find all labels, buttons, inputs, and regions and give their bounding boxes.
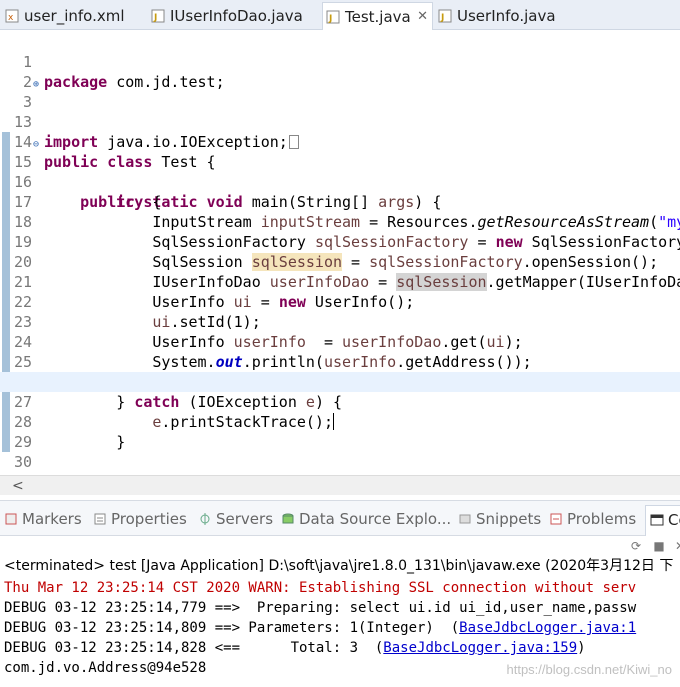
tab-snippets[interactable]: Snippets — [456, 509, 541, 531]
editor-tab-bar: x user_info.xml J IUserInfoDao.java J Te… — [0, 0, 680, 30]
tab-test-java[interactable]: J Test.java ✕ — [322, 2, 433, 30]
console-toolbar: ⟳ ■ ✕ — [0, 536, 680, 556]
svg-text:J: J — [328, 14, 332, 24]
tab-console[interactable]: Co — [645, 505, 680, 537]
tab-servers[interactable]: Servers — [196, 509, 273, 531]
console-line-debug: DEBUG 03-12 23:25:14,779 ==> Preparing: … — [4, 600, 637, 616]
code-line[interactable]: 19 SqlSession sqlSession = sqlSessionFac… — [0, 212, 680, 271]
tab-data-source-explorer[interactable]: Data Source Explo... — [279, 509, 451, 531]
tab-label: user_info.xml — [24, 7, 125, 25]
svg-text:J: J — [440, 13, 444, 23]
source-link[interactable]: BaseJdbcLogger.java:1 — [459, 620, 636, 636]
code-line[interactable]: 20 IUserInfoDao userInfoDao = sqlSession… — [0, 232, 680, 291]
console-line-debug: DEBUG 03-12 23:25:14,809 ==> Parameters:… — [4, 618, 636, 638]
code-line[interactable]: 26 } catch (IOException e) { — [0, 352, 680, 411]
tab-iuserinfodao-java[interactable]: J IUserInfoDao.java — [148, 2, 303, 30]
code-line[interactable]: 16 try { — [0, 152, 680, 211]
code-line[interactable]: 3 ⊕ import java.io.IOException; — [0, 72, 680, 151]
view-tab-bar: Markers Properties Servers Data Source E… — [0, 500, 680, 537]
console-icon — [650, 514, 664, 526]
properties-icon — [94, 513, 106, 525]
code-line[interactable]: 21 UserInfo ui = new UserInfo(); — [0, 252, 680, 311]
servers-icon — [200, 513, 210, 525]
console-line-warn: Thu Mar 12 23:25:14 CST 2020 WARN: Estab… — [4, 580, 637, 596]
console-line-debug: DEBUG 03-12 23:25:14,828 <== Total: 3 (B… — [4, 638, 586, 658]
tab-label: Problems — [567, 510, 637, 528]
snippets-icon — [459, 514, 471, 524]
console-text: ) — [577, 640, 586, 656]
console-text: DEBUG 03-12 23:25:14,809 ==> Parameters:… — [4, 620, 460, 636]
close-icon[interactable]: ✕ — [417, 3, 428, 31]
tab-label: Test.java — [345, 8, 411, 26]
code-line[interactable]: 1 package com.jd.test; — [0, 32, 680, 91]
scroll-left-icon[interactable]: < — [12, 476, 24, 496]
code-line[interactable]: 15 ⊖ public static void main(String[] ar… — [0, 132, 680, 211]
code-line[interactable]: 18 SqlSessionFactory sqlSessionFactory =… — [0, 192, 680, 251]
java-file-icon: J — [326, 10, 340, 24]
code-line[interactable]: 31 — [0, 452, 680, 475]
tab-markers[interactable]: Markers — [2, 509, 82, 531]
terminate-icon[interactable]: ■ — [651, 538, 667, 554]
terminated-label: <terminated> test [Java Application] D:\… — [4, 558, 674, 574]
remove-all-icon[interactable]: ✕ — [672, 538, 680, 554]
problems-icon — [550, 513, 562, 525]
code-line[interactable]: 2 — [0, 52, 680, 91]
code-line[interactable]: 30 } — [0, 432, 680, 475]
tab-properties[interactable]: Properties — [91, 509, 187, 531]
source-link[interactable]: BaseJdbcLogger.java:159 — [383, 640, 577, 656]
tab-label: UserInfo.java — [457, 7, 556, 25]
tab-label: Co — [668, 511, 680, 529]
remove-launches-icon[interactable]: ⟳ — [628, 538, 644, 554]
tab-label: Properties — [111, 510, 187, 528]
tab-user-info-xml[interactable]: x user_info.xml — [2, 2, 125, 30]
tab-label: Data Source Explo... — [299, 510, 452, 528]
markers-icon — [5, 513, 17, 525]
code-line[interactable]: 24 System.out.println(userInfo.getAddres… — [0, 312, 680, 371]
code-line[interactable]: 13 — [0, 92, 680, 131]
code-editor[interactable]: 1 package com.jd.test; 2 3 ⊕ import java… — [0, 30, 680, 475]
svg-text:x: x — [8, 13, 14, 23]
xml-file-icon: x — [5, 9, 19, 23]
code-line[interactable]: 23 UserInfo userInfo = userInfoDao.get(u… — [0, 292, 680, 351]
tab-label: IUserInfoDao.java — [170, 7, 303, 25]
svg-text:J: J — [153, 13, 157, 23]
console-text: DEBUG 03-12 23:25:14,828 <== Total: 3 ( — [4, 640, 384, 656]
code-line[interactable]: 29 — [0, 412, 680, 451]
data-source-icon — [282, 513, 294, 524]
code-line[interactable]: 22 ui.setId(1); — [0, 272, 680, 331]
editor-horizontal-scrollbar[interactable]: < — [0, 475, 680, 495]
tab-label: Snippets — [476, 510, 542, 528]
code-line[interactable]: 25 sqlSession.close(); — [0, 332, 680, 391]
console-line-output: com.jd.vo.Address@94e528 — [4, 660, 207, 676]
code-line-current[interactable]: 27 e.printStackTrace(); — [0, 372, 680, 431]
code-line[interactable]: 28 } — [0, 392, 680, 451]
tab-problems[interactable]: Problems — [547, 509, 636, 531]
tab-label: Markers — [22, 510, 82, 528]
code-line[interactable]: 17 InputStream inputStream = Resources.g… — [0, 172, 680, 231]
java-file-icon: J — [438, 9, 452, 23]
java-file-icon: J — [151, 9, 165, 23]
console-view[interactable]: <terminated> test [Java Application] D:\… — [0, 556, 680, 687]
tab-userinfo-java[interactable]: J UserInfo.java — [435, 2, 556, 30]
watermark: https://blog.csdn.net/Kiwi_no — [506, 662, 673, 677]
tab-label: Servers — [216, 510, 274, 528]
code-line[interactable]: 14 public class Test { — [0, 112, 680, 171]
